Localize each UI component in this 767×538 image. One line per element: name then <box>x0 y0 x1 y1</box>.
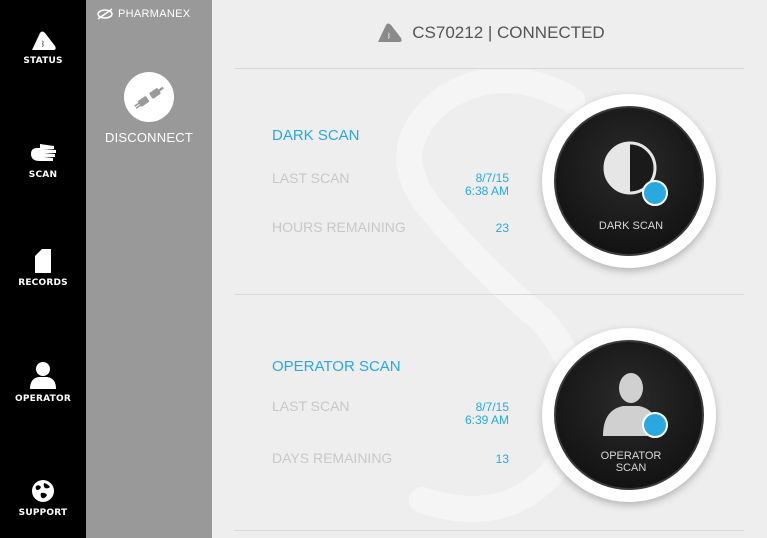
device-icon: ᛒ <box>32 31 56 50</box>
svg-text:ᛒ: ᛒ <box>387 32 391 40</box>
nav-label-status: STATUS <box>23 56 63 66</box>
operator-scan-button-face: OPERATOR SCAN <box>554 340 704 490</box>
nav-label-operator: OPERATOR <box>15 394 71 404</box>
device-icon: ᛒ <box>378 23 402 42</box>
device-status-text: CS70212 | CONNECTED <box>412 23 605 42</box>
nav-item-records[interactable]: RECORDS <box>0 248 86 288</box>
device-status-header: ᛒ CS70212 | CONNECTED <box>212 22 767 44</box>
dark-scan-title: DARK SCAN <box>272 127 360 144</box>
operator-scan-last-scan-label: LAST SCAN <box>272 398 350 414</box>
dark-scan-last-scan-label: LAST SCAN <box>272 170 350 186</box>
dark-scan-button-label: DARK SCAN <box>598 220 664 232</box>
brand-name: PHARMANEX <box>118 8 191 20</box>
pharmanex-logo-icon <box>97 8 113 20</box>
person-icon <box>30 362 56 389</box>
operator-scan-button[interactable]: OPERATOR SCAN <box>542 328 716 502</box>
nav-item-operator[interactable]: OPERATOR <box>0 360 86 404</box>
document-icon <box>35 249 51 273</box>
operator-scan-button-label: OPERATOR SCAN <box>556 450 706 474</box>
operator-scan-remaining-value: 13 <box>495 452 509 466</box>
dark-scan-button-face: DARK SCAN <box>554 106 704 256</box>
disconnect-label: DISCONNECT <box>105 130 193 145</box>
operator-scan-last-scan-time: 6:39 AM <box>464 413 509 427</box>
operator-scan-button-label-line2: SCAN <box>615 462 647 474</box>
status-dot-icon <box>642 180 668 206</box>
nav-item-support[interactable]: SUPPORT <box>0 478 86 518</box>
disconnect-button[interactable]: DISCONNECT <box>86 72 212 145</box>
nav-label-records: RECORDS <box>18 278 68 288</box>
operator-scan-last-scan-value: 8/7/15 6:39 AM <box>419 401 509 427</box>
dark-scan-remaining-value: 23 <box>495 221 509 235</box>
svg-text:ᛒ: ᛒ <box>41 40 45 48</box>
operator-scan-button-label-line1: OPERATOR <box>600 450 662 462</box>
main-content: ᛒ CS70212 | CONNECTED DARK SCAN LAST SCA… <box>212 0 767 538</box>
plug-icon <box>124 72 174 122</box>
hand-icon <box>31 144 56 161</box>
operator-scan-remaining-label: DAYS REMAINING <box>272 450 393 466</box>
operator-scan-title: OPERATOR SCAN <box>272 358 401 375</box>
globe-icon <box>32 480 54 502</box>
status-dot-icon <box>642 412 668 438</box>
divider <box>234 530 744 531</box>
nav-label-support: SUPPORT <box>18 508 68 518</box>
brand-logo: PHARMANEX <box>96 8 190 20</box>
dark-scan-button[interactable]: DARK SCAN <box>542 94 716 268</box>
side-panel: PHARMANEX DISCONNECT <box>86 0 212 538</box>
divider <box>234 294 744 295</box>
nav-item-status[interactable]: ᛒ STATUS <box>0 30 86 66</box>
nav-item-scan[interactable]: SCAN <box>0 140 86 180</box>
main-nav: ᛒ STATUS SCAN RECORDS OPERATOR SUPPORT <box>0 0 86 538</box>
nav-label-scan: SCAN <box>28 170 58 180</box>
dark-scan-last-scan-value: 8/7/15 6:38 AM <box>419 172 509 198</box>
dark-scan-last-scan-time: 6:38 AM <box>464 184 509 198</box>
divider <box>234 68 744 69</box>
dark-scan-remaining-label: HOURS REMAINING <box>272 219 406 235</box>
